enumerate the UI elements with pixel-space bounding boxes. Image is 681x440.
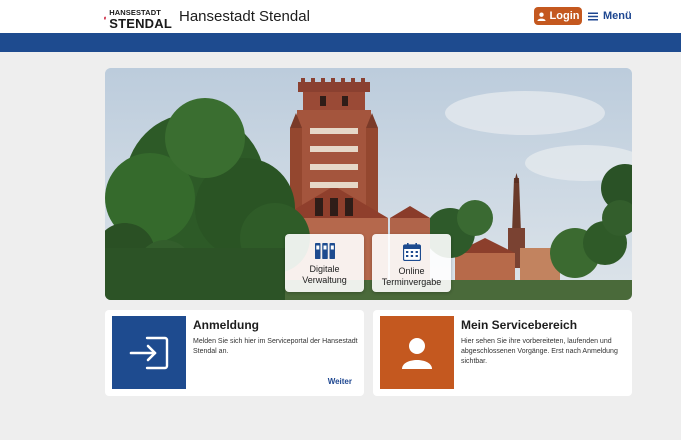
login-button[interactable]: Login — [534, 7, 582, 25]
weiter-link[interactable]: Weiter — [328, 377, 352, 386]
user-icon — [536, 12, 546, 21]
tile-label: Online Terminvergabe — [382, 266, 442, 288]
card-icon-box — [112, 316, 186, 389]
tile-label-line1: Online — [398, 266, 425, 276]
card-title: Mein Servicebereich — [461, 318, 578, 332]
logo-small-text: HANSESTADT — [109, 7, 161, 17]
hero-image — [105, 68, 632, 300]
card-icon-box — [380, 316, 454, 389]
menu-label: Menü — [603, 10, 632, 22]
city-logo[interactable]: HANSESTADT STENDAL — [104, 4, 172, 30]
top-header: HANSESTADT STENDAL Hansestadt Stendal Lo… — [0, 0, 681, 33]
login-label: Login — [549, 10, 580, 22]
card-description: Hier sehen Sie ihre vorbereiteten, laufe… — [461, 338, 618, 365]
card-mein-servicebereich[interactable]: Mein Servicebereich Hier sehen Sie ihre … — [373, 310, 632, 396]
menu-button[interactable]: Menü — [588, 8, 632, 24]
card-title: Anmeldung — [193, 318, 259, 332]
hamburger-icon — [588, 12, 598, 20]
sign-in-icon — [129, 336, 169, 369]
card-description: Melden Sie sich hier im Serviceportal de… — [193, 338, 358, 355]
blue-band — [0, 33, 681, 52]
tile-online-terminvergabe[interactable]: Online Terminvergabe — [372, 234, 451, 292]
logo-wordmark: HANSESTADT STENDAL — [109, 7, 172, 31]
tile-label-line2: Terminvergabe — [381, 277, 442, 287]
calendar-icon — [402, 243, 421, 261]
archive-binders-icon — [314, 243, 335, 259]
tile-label-line1: Digitale — [309, 264, 340, 274]
tile-label-line2: Verwaltung — [302, 275, 347, 285]
card-anmeldung[interactable]: Anmeldung Melden Sie sich hier im Servic… — [105, 310, 364, 396]
city-gate-emblem-icon — [104, 16, 107, 20]
logo-big-text: STENDAL — [109, 16, 172, 31]
user-icon — [402, 337, 432, 369]
hero-tower-scene — [105, 68, 632, 300]
tile-digitale-verwaltung[interactable]: Digitale Verwaltung — [285, 234, 364, 292]
tile-label: Digitale Verwaltung — [302, 264, 347, 286]
site-title[interactable]: Hansestadt Stendal — [179, 8, 310, 25]
